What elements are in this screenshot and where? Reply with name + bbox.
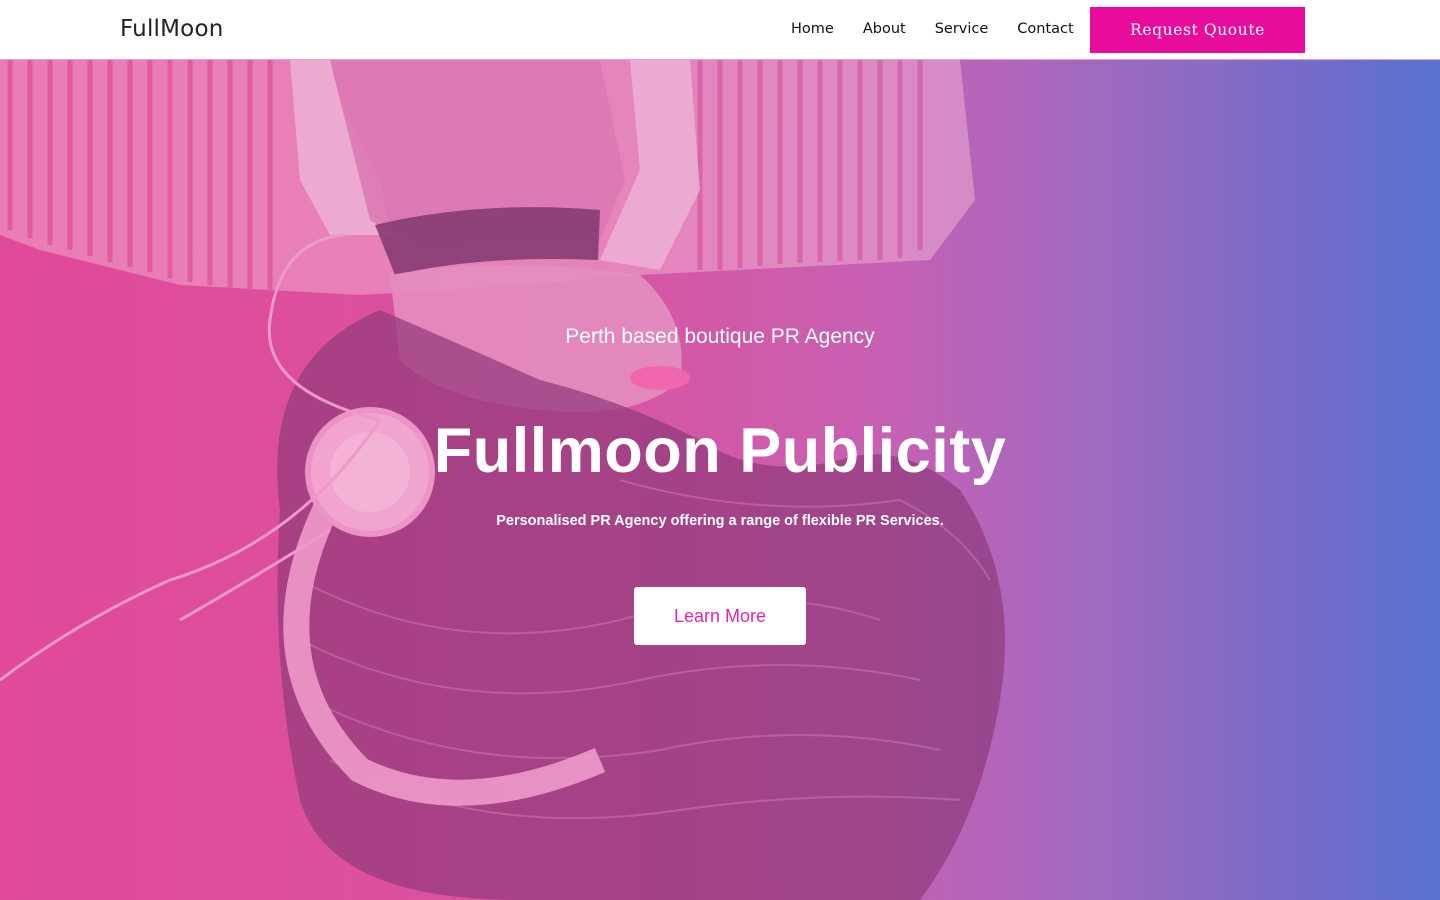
site-header: FullMoon Home About Service Contact Requ… [0,0,1440,60]
nav-home[interactable]: Home [791,21,834,37]
hero-title: Fullmoon Publicity [433,416,1007,486]
nav-about[interactable]: About [863,21,906,37]
main-nav: Home About Service Contact [791,21,1103,37]
site-logo[interactable]: FullMoon [120,16,224,42]
learn-more-button[interactable]: Learn More [634,587,806,645]
hero-tagline: Perth based boutique PR Agency [565,325,875,348]
hero-subtitle: Personalised PR Agency offering a range … [496,513,944,529]
request-quote-button[interactable]: Request Quoute [1090,7,1305,53]
nav-contact[interactable]: Contact [1017,21,1073,37]
hero-section: Perth based boutique PR Agency Fullmoon … [0,60,1440,900]
nav-service[interactable]: Service [935,21,989,37]
